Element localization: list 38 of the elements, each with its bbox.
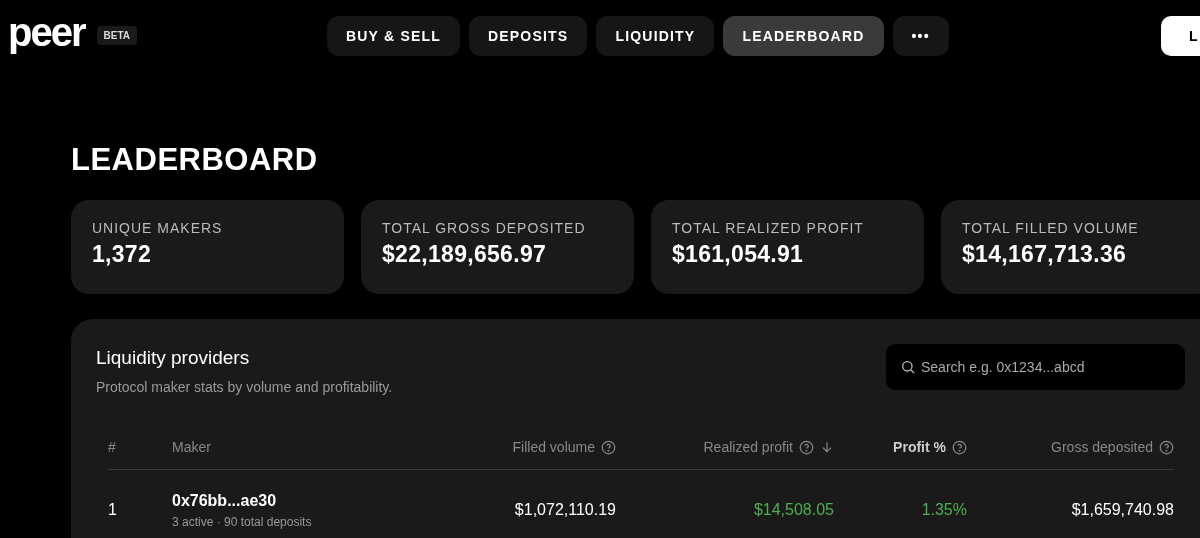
column-header[interactable]: Gross deposited bbox=[967, 439, 1174, 455]
table-cell-text: $1,072,110.19 bbox=[513, 501, 616, 519]
help-icon bbox=[601, 439, 616, 455]
nav-tab[interactable]: DEPOSITS bbox=[469, 16, 588, 56]
nav-tab[interactable]: LEADERBOARD bbox=[723, 16, 884, 56]
stat-value: $161,054.91 bbox=[672, 241, 805, 268]
page-title: LEADERBOARD bbox=[71, 142, 319, 178]
card-subtitle: Protocol maker stats by volume and profitability. bbox=[96, 379, 393, 395]
stat-label: TOTAL REALIZED PROFIT bbox=[672, 220, 865, 236]
table-cell-text: $1,659,740.98 bbox=[1070, 501, 1174, 519]
column-header[interactable]: # bbox=[108, 439, 172, 455]
stat-value: $22,189,656.97 bbox=[382, 241, 548, 268]
search-field[interactable]: Search e.g. 0x1234...abcd bbox=[886, 344, 1185, 390]
login-button[interactable]: L bbox=[1161, 16, 1200, 56]
nav-tab[interactable]: LIQUIDITY bbox=[596, 16, 715, 56]
help-icon bbox=[799, 439, 814, 455]
column-header[interactable]: Realized profit bbox=[616, 439, 834, 455]
help-icon bbox=[952, 439, 967, 455]
stat-label: TOTAL GROSS DEPOSITED bbox=[382, 220, 587, 236]
sort-arrow-icon[interactable] bbox=[820, 440, 834, 454]
card-title: Liquidity providers bbox=[96, 347, 251, 369]
rank-cell-text: 1 bbox=[108, 501, 118, 519]
column-header[interactable]: Filled volume bbox=[450, 439, 616, 455]
maker-address[interactable]: 0x76bb...ae30 bbox=[172, 491, 450, 510]
help-icon bbox=[1159, 439, 1174, 455]
table-cell-text: 1.35% bbox=[920, 501, 967, 519]
logo[interactable]: peer bbox=[8, 12, 85, 52]
column-header[interactable]: Profit % bbox=[834, 439, 967, 455]
table-cell-text: $14,508.05 bbox=[752, 501, 834, 519]
nav-tab[interactable]: ••• bbox=[892, 16, 949, 56]
stat-value: $14,167,713.36 bbox=[962, 241, 1128, 268]
stat-value: 1,372 bbox=[92, 241, 153, 268]
maker-detail: 3 active · 90 total deposits bbox=[172, 514, 313, 529]
column-header[interactable]: Maker bbox=[172, 439, 450, 455]
stat-label: TOTAL FILLED VOLUME bbox=[962, 220, 1140, 236]
nav-tab[interactable]: BUY & SELL bbox=[327, 16, 460, 56]
stat-label: UNIQUE MAKERS bbox=[92, 220, 224, 236]
beta-badge: BETA bbox=[96, 25, 137, 45]
